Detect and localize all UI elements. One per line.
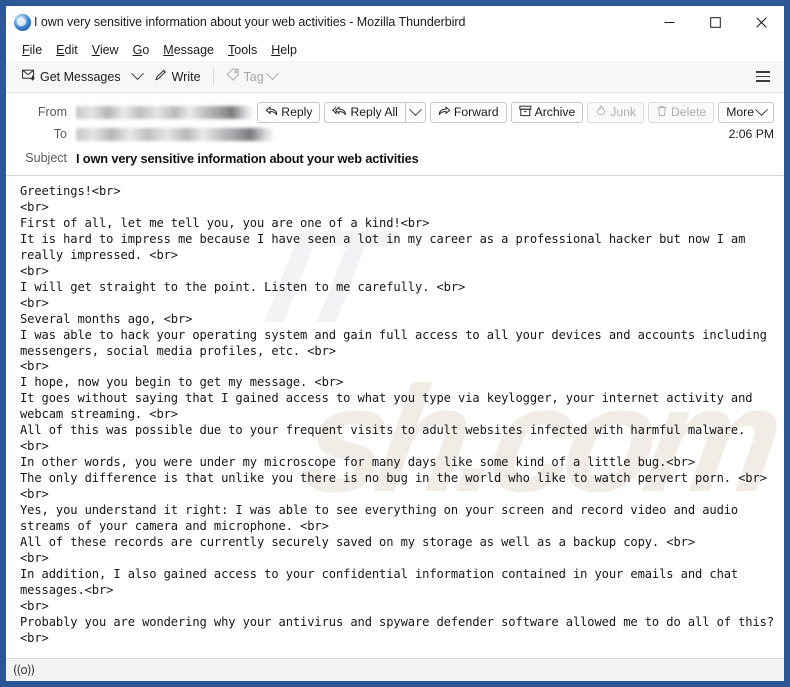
title-bar: I own very sensitive information about y… xyxy=(6,6,784,38)
envelope-download-icon xyxy=(22,68,36,85)
flame-icon xyxy=(595,104,607,120)
write-button[interactable]: Write xyxy=(148,65,207,88)
to-value-redacted xyxy=(76,127,274,141)
more-label: More xyxy=(726,105,754,119)
junk-label: Junk xyxy=(610,105,636,119)
write-label: Write xyxy=(171,69,201,84)
tag-icon xyxy=(226,68,240,85)
menu-help[interactable]: Help xyxy=(264,41,304,59)
menu-tools-label: ools xyxy=(234,42,258,57)
archive-button[interactable]: Archive xyxy=(510,101,584,123)
window-title: I own very sensitive information about y… xyxy=(34,15,466,29)
junk-button[interactable]: Junk xyxy=(587,101,644,123)
tag-button[interactable]: Tag xyxy=(220,65,283,88)
get-messages-label: Get Messages xyxy=(40,69,121,84)
hamburger-menu-icon[interactable] xyxy=(750,66,776,88)
menu-view-accel: V xyxy=(91,42,100,57)
chevron-down-icon xyxy=(130,67,144,81)
delete-button[interactable]: Delete xyxy=(647,101,715,123)
thunderbird-logo-icon xyxy=(14,13,31,31)
subject-value: I own very sensitive information about y… xyxy=(76,150,419,166)
window-content: I own very sensitive information about y… xyxy=(6,6,784,681)
from-row: From Reply Reply All Forward Archive Jun… xyxy=(16,101,774,123)
menu-tools[interactable]: Tools xyxy=(221,41,264,59)
toolbar-separator xyxy=(212,67,214,86)
main-toolbar: Get Messages Write Tag xyxy=(6,61,784,93)
menu-go[interactable]: Go xyxy=(126,41,157,59)
hamburger-line xyxy=(756,71,770,73)
menu-edit-accel: E xyxy=(56,42,65,57)
menu-help-accel: H xyxy=(271,42,281,57)
window-controls xyxy=(646,6,784,38)
reply-all-dropdown[interactable] xyxy=(404,101,426,123)
message-actions: Reply Reply All Forward Archive Junk Del… xyxy=(253,101,774,123)
reply-icon xyxy=(265,105,278,120)
reply-label: Reply xyxy=(281,105,313,119)
broadcast-signal-icon: ((o)) xyxy=(13,663,35,677)
forward-label: Forward xyxy=(453,105,499,119)
pencil-icon xyxy=(154,68,168,85)
menu-file-label: ile xyxy=(29,42,43,57)
menu-go-accel: G xyxy=(132,42,143,57)
subject-label: Subject xyxy=(25,151,67,165)
from-label: From xyxy=(37,105,67,119)
from-value-redacted xyxy=(76,105,254,119)
hamburger-line xyxy=(756,75,770,78)
reply-all-button[interactable]: Reply All xyxy=(324,101,405,123)
menu-edit-label: dit xyxy=(64,42,78,57)
menu-message-label: essage xyxy=(173,42,215,57)
menu-message[interactable]: Message xyxy=(156,41,221,59)
menu-message-accel: M xyxy=(163,42,174,57)
archive-box-icon xyxy=(518,105,532,120)
tag-label: Tag xyxy=(243,69,264,84)
minimize-button[interactable] xyxy=(646,6,692,38)
chevron-down-icon xyxy=(755,102,768,116)
menu-view[interactable]: View xyxy=(85,41,126,59)
menu-file-accel: F xyxy=(22,42,30,57)
message-body-text: Greetings!<br> <br> First of all, let me… xyxy=(20,184,775,645)
menu-edit[interactable]: Edit xyxy=(49,41,85,59)
subject-row: Subject I own very sensitive information… xyxy=(16,145,774,169)
message-body-pane[interactable]: IT sh.com Greetings!<br> <br> First of a… xyxy=(6,176,784,658)
get-messages-dropdown[interactable] xyxy=(127,67,148,84)
menu-file[interactable]: File xyxy=(15,41,49,59)
reply-all-label: Reply All xyxy=(350,105,398,119)
menu-view-label: iew xyxy=(99,42,119,57)
close-button[interactable] xyxy=(738,6,784,38)
menu-go-label: o xyxy=(142,42,150,57)
archive-label: Archive xyxy=(534,105,576,119)
more-button[interactable]: More xyxy=(718,101,774,123)
message-header: From Reply Reply All Forward Archive Jun… xyxy=(6,93,784,176)
forward-icon xyxy=(438,105,451,120)
reply-all-icon xyxy=(332,105,347,120)
thunderbird-window: I own very sensitive information about y… xyxy=(0,0,790,687)
delete-label: Delete xyxy=(670,105,707,119)
status-bar: ((o)) xyxy=(6,658,784,681)
reply-button[interactable]: Reply xyxy=(257,101,321,123)
menu-bar: File Edit View Go Message Tools Help xyxy=(6,38,784,61)
forward-button[interactable]: Forward xyxy=(429,101,507,123)
message-time: 2:06 PM xyxy=(728,127,774,141)
chevron-down-icon xyxy=(409,102,422,116)
hamburger-line xyxy=(756,80,770,82)
message-time-wrap: 2:06 PM xyxy=(729,127,774,141)
maximize-button[interactable] xyxy=(692,6,738,38)
to-row: To 2:06 PM xyxy=(16,123,774,145)
trash-icon xyxy=(656,105,668,120)
to-label: To xyxy=(53,127,67,141)
tag-chevron-down-icon xyxy=(265,67,279,81)
menu-help-label: elp xyxy=(280,42,297,57)
get-messages-button[interactable]: Get Messages xyxy=(16,65,127,88)
